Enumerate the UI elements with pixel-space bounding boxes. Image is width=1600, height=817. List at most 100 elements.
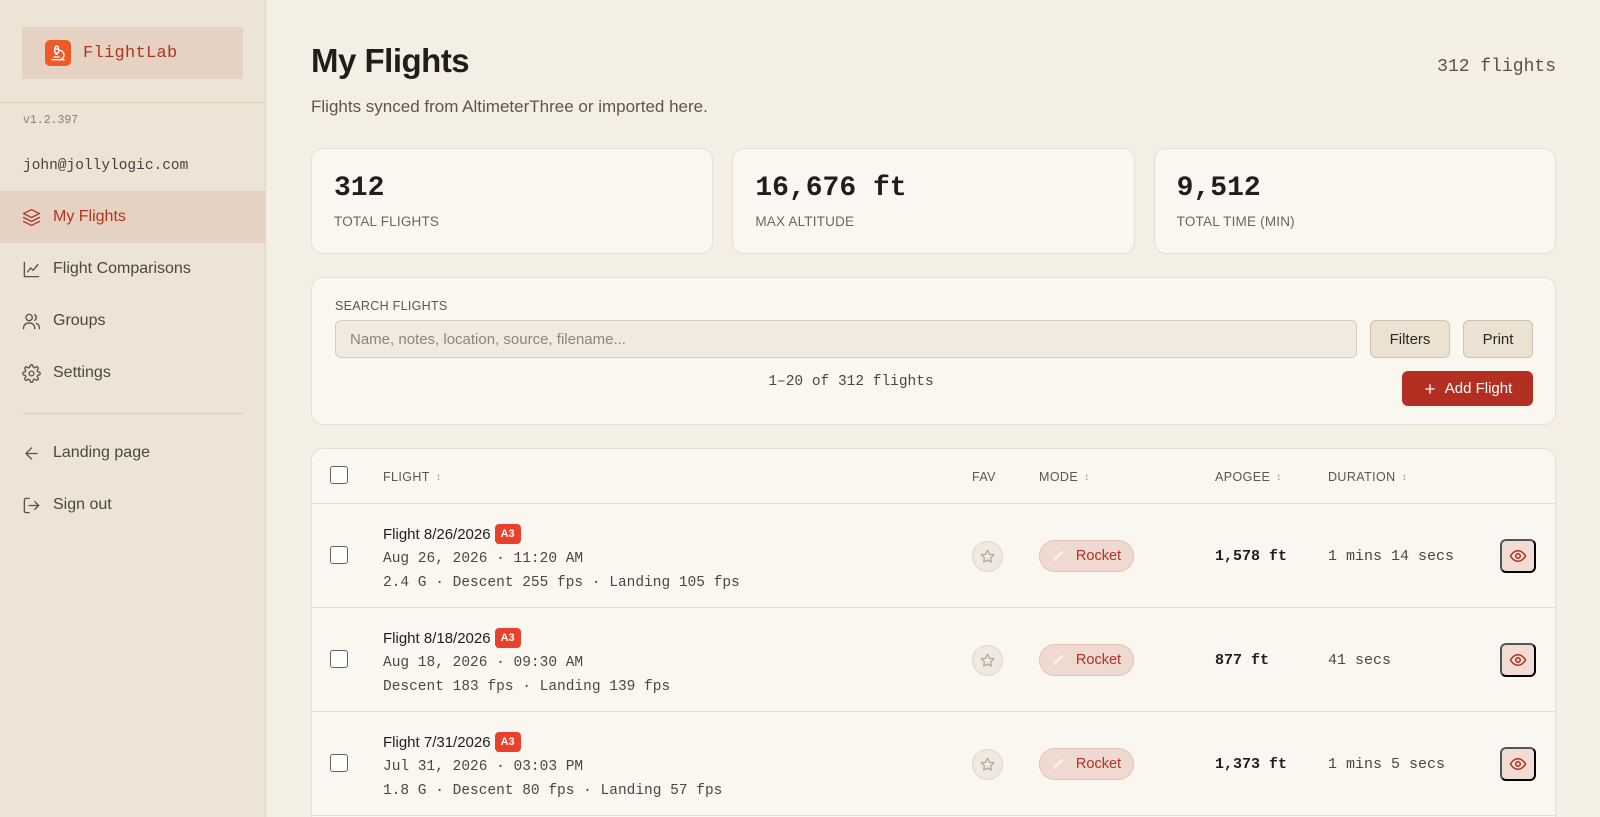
column-header-mode[interactable]: MODE ↕ <box>1039 470 1090 484</box>
search-card: SEARCH FLIGHTS Filters Print 1–20 of 312… <box>311 277 1556 425</box>
source-badge: A3 <box>494 524 521 544</box>
view-flight-button[interactable] <box>1500 643 1536 677</box>
stats-row: 312 TOTAL FLIGHTS 16,676 ft MAX ALTITUDE… <box>311 148 1556 254</box>
duration-value: 1 mins 5 secs <box>1328 756 1446 773</box>
page-title: My Flights <box>311 42 470 79</box>
sidebar-item-label: Groups <box>53 312 106 329</box>
flight-title: Flight 8/26/2026 A3 <box>383 524 521 544</box>
sidebar-item-label: Settings <box>53 364 111 381</box>
sidebar-item-my-flights[interactable]: My Flights <box>0 191 265 243</box>
stat-card-total-flights: 312 TOTAL FLIGHTS <box>311 148 714 254</box>
stat-label: TOTAL FLIGHTS <box>334 214 440 229</box>
mode-label: Rocket <box>1075 652 1122 668</box>
apogee-value: 877 ft <box>1215 652 1270 669</box>
sidebar-item-flight-comparisons[interactable]: Flight Comparisons <box>0 243 265 295</box>
sidebar-nav: My Flights Flight Comparisons Groups Set… <box>0 191 265 399</box>
flight-title: Flight 8/18/2026 A3 <box>383 628 521 648</box>
row-checkbox[interactable] <box>330 650 348 668</box>
favorite-button[interactable] <box>972 749 1003 780</box>
stat-label: MAX ALTITUDE <box>755 214 855 229</box>
flight-name: Flight 7/31/2026 <box>383 733 491 751</box>
column-header-label: FAV <box>972 470 996 484</box>
table-row[interactable]: Flight 8/18/2026 A3 Aug 18, 2026 · 09:30… <box>312 608 1555 712</box>
flight-meta: Descent 183 fps · Landing 139 fps <box>383 679 671 695</box>
search-label: SEARCH FLIGHTS <box>335 299 448 313</box>
sort-icon: ↕ <box>1276 471 1282 483</box>
sidebar-item-label: Landing page <box>53 444 150 461</box>
stat-card-total-time: 9,512 TOTAL TIME (MIN) <box>1153 148 1556 254</box>
view-flight-button[interactable] <box>1500 539 1536 573</box>
sign-out-icon <box>23 497 40 513</box>
duration-value: 1 mins 14 secs <box>1328 548 1455 565</box>
stat-label: TOTAL TIME (MIN) <box>1176 214 1295 229</box>
flight-date: Jul 31, 2026 · 03:03 PM <box>383 759 584 775</box>
sidebar-item-sign-out[interactable]: Sign out <box>0 479 265 531</box>
mode-pill: Rocket <box>1039 644 1134 676</box>
app-version: v1.2.397 <box>23 114 79 127</box>
sidebar: FlightLab v1.2.397 john@jollylogic.com M… <box>0 0 266 817</box>
chart-line-icon <box>23 261 40 277</box>
sidebar-divider <box>0 102 265 103</box>
rocket-icon <box>1052 754 1068 774</box>
plus-icon <box>1424 383 1435 394</box>
flights-table: FLIGHT ↕ FAV MODE ↕ APOGEE ↕ DURATION ↕ Flig… <box>311 448 1556 817</box>
star-icon <box>980 757 995 771</box>
sidebar-item-settings[interactable]: Settings <box>0 347 265 399</box>
sidebar-item-groups[interactable]: Groups <box>0 295 265 347</box>
layers-icon <box>22 208 41 226</box>
flight-name: Flight 8/18/2026 <box>383 629 491 647</box>
sidebar-item-label: Sign out <box>53 496 112 513</box>
mode-label: Rocket <box>1075 548 1122 564</box>
page-subtitle: Flights synced from AltimeterThree or im… <box>311 97 708 116</box>
user-email: john@jollylogic.com <box>23 158 189 174</box>
column-header-label: DURATION <box>1328 470 1396 484</box>
apogee-value: 1,578 ft <box>1215 548 1288 565</box>
sort-icon: ↕ <box>1401 471 1407 483</box>
column-header-duration[interactable]: DURATION ↕ <box>1328 470 1407 484</box>
sidebar-footer-nav: Landing page Sign out <box>0 427 265 531</box>
flight-name: Flight 8/26/2026 <box>383 525 491 543</box>
stat-card-max-altitude: 16,676 ft MAX ALTITUDE <box>732 148 1135 254</box>
star-icon <box>980 653 995 667</box>
favorite-button[interactable] <box>972 541 1003 572</box>
brand-logo-button[interactable]: FlightLab <box>22 27 243 79</box>
flight-meta: 2.4 G · Descent 255 fps · Landing 105 fp… <box>383 575 740 591</box>
table-header: FLIGHT ↕ FAV MODE ↕ APOGEE ↕ DURATION ↕ <box>312 449 1555 504</box>
filters-button[interactable]: Filters <box>1370 320 1450 358</box>
search-input[interactable] <box>335 320 1357 358</box>
duration-value: 41 secs <box>1328 652 1392 669</box>
sidebar-item-label: Flight Comparisons <box>53 260 191 277</box>
mode-pill: Rocket <box>1039 748 1134 780</box>
column-header-label: APOGEE <box>1215 470 1271 484</box>
sidebar-item-landing-page[interactable]: Landing page <box>0 427 265 479</box>
brand-name: FlightLab <box>83 43 178 63</box>
rocket-icon <box>1052 650 1068 670</box>
source-badge: A3 <box>494 732 521 752</box>
eye-icon <box>1509 654 1527 666</box>
sort-icon: ↕ <box>435 471 442 483</box>
column-header-label: FLIGHT <box>383 470 430 484</box>
mode-label: Rocket <box>1075 756 1122 772</box>
source-badge: A3 <box>494 628 521 648</box>
eye-icon <box>1509 550 1527 562</box>
sort-icon: ↕ <box>1084 471 1090 483</box>
select-all-checkbox[interactable] <box>330 466 348 484</box>
column-header-fav: FAV <box>972 470 996 484</box>
favorite-button[interactable] <box>972 645 1003 676</box>
view-flight-button[interactable] <box>1500 747 1536 781</box>
star-icon <box>980 549 995 563</box>
stat-value: 9,512 <box>1176 173 1261 204</box>
column-header-apogee[interactable]: APOGEE ↕ <box>1215 470 1282 484</box>
table-row[interactable]: Flight 8/26/2026 A3 Aug 26, 2026 · 11:20… <box>312 504 1555 608</box>
table-row[interactable]: Flight 7/31/2026 A3 Jul 31, 2026 · 03:03… <box>312 712 1555 816</box>
column-header-flight[interactable]: FLIGHT ↕ <box>383 470 441 484</box>
add-flight-label: Add Flight <box>1444 380 1513 397</box>
row-checkbox[interactable] <box>330 546 348 564</box>
flight-meta: 1.8 G · Descent 80 fps · Landing 57 fps <box>383 783 723 799</box>
row-checkbox[interactable] <box>330 754 348 772</box>
sidebar-divider <box>22 413 243 414</box>
print-button[interactable]: Print <box>1463 320 1533 358</box>
mode-pill: Rocket <box>1039 540 1134 572</box>
add-flight-button[interactable]: Add Flight <box>1402 371 1533 406</box>
stat-value: 312 <box>334 173 385 204</box>
